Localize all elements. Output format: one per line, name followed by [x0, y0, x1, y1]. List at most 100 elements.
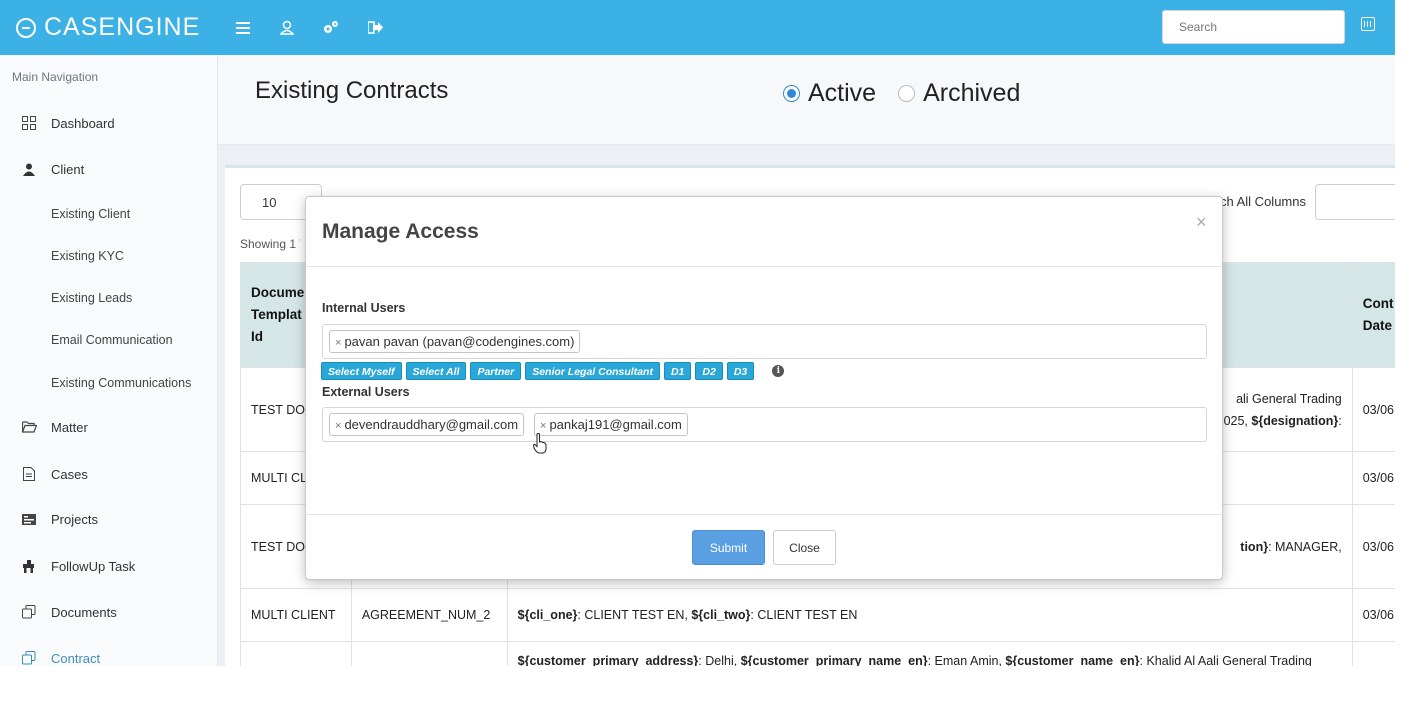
dashboard-icon: [21, 115, 37, 131]
copy-icon: [21, 650, 37, 666]
placeholder-key: tion}: [1240, 539, 1269, 554]
table-row[interactable]: MULTI CLIENT AGREEMENT_NUM_2 ${cli_one}:…: [240, 588, 1395, 642]
tag-label: pankaj191@gmail.com: [549, 417, 682, 432]
sidebar-item-documents[interactable]: Documents: [0, 602, 218, 622]
cell-text: : MANAGER,: [1268, 539, 1342, 554]
senior-legal-consultant-button[interactable]: Senior Legal Consultant: [525, 362, 660, 380]
radio-active[interactable]: [783, 85, 800, 102]
sidebar-item-label: Email Communication: [51, 333, 173, 347]
casengine-logo-icon: [16, 17, 36, 38]
sidebar-item-dashboard[interactable]: Dashboard: [0, 113, 218, 133]
calendar-icon[interactable]: [1361, 17, 1375, 31]
cell-text: : Khalid Al Aali General Trading: [1139, 654, 1312, 666]
remove-tag-icon[interactable]: ×: [540, 420, 546, 432]
sidebar-item-cases[interactable]: Cases: [0, 464, 218, 484]
table-cell: 03/06: [1351, 451, 1395, 505]
d2-button[interactable]: D2: [695, 362, 723, 380]
submit-button[interactable]: Submit: [692, 530, 765, 565]
menu-icon[interactable]: [234, 20, 252, 36]
close-icon[interactable]: ×: [1196, 212, 1207, 233]
header-line: Id: [251, 329, 263, 344]
internal-users-field[interactable]: × pavan pavan (pavan@codengines.com): [322, 324, 1207, 359]
external-users-label: External Users: [322, 385, 410, 399]
sidebar-item-label: Cases: [51, 466, 88, 482]
radio-archived-label[interactable]: Archived: [923, 79, 1020, 108]
sidebar-item-existing-client[interactable]: Existing Client: [0, 204, 218, 224]
sidebar-item-followup-task[interactable]: FollowUp Task: [0, 556, 218, 576]
sidebar-item-contract[interactable]: Contract: [0, 648, 218, 666]
sidebar-item-existing-leads[interactable]: Existing Leads: [0, 288, 218, 308]
partner-button[interactable]: Partner: [470, 362, 522, 380]
sidebar-item-projects[interactable]: Projects: [0, 509, 218, 529]
info-icon[interactable]: i: [772, 365, 785, 377]
folder-open-icon: [21, 419, 37, 435]
placeholder-key: ${customer_name_en}: [1005, 654, 1140, 666]
settings-icon[interactable]: [322, 20, 340, 36]
remove-tag-icon[interactable]: ×: [335, 337, 341, 349]
page-title: Existing Contracts: [255, 77, 449, 104]
sidebar-item-label: Existing Client: [51, 207, 131, 221]
d1-button[interactable]: D1: [663, 362, 692, 380]
placeholder-key: ${customer_primary_name_en}: [740, 654, 928, 666]
projects-icon: [21, 511, 37, 527]
placeholder-key: ${customer_primary_address}: [517, 654, 699, 666]
external-user-tag[interactable]: × pankaj191@gmail.com: [534, 413, 688, 436]
sidebar-item-matter[interactable]: Matter: [0, 417, 218, 437]
table-row[interactable]: ${customer_primary_address}: Delhi, ${cu…: [240, 641, 1395, 666]
cell-text: :: [1338, 413, 1342, 428]
sidebar-item-existing-communications[interactable]: Existing Communications: [0, 373, 218, 393]
quick-select-buttons: Select Myself Select All Partner Senior …: [321, 362, 785, 380]
cell-text: : CLIENT TEST EN,: [577, 608, 692, 622]
cell-text: : CLIENT TEST EN: [750, 608, 858, 622]
sidebar-item-existing-kyc[interactable]: Existing KYC: [0, 246, 218, 266]
top-navbar: CASENGINE: [0, 0, 1395, 55]
sidebar-item-label: FollowUp Task: [51, 558, 136, 574]
column-header-contract-date[interactable]: Cont Date: [1351, 262, 1395, 368]
placeholder-key: ${designation}: [1251, 413, 1339, 428]
sidebar-item-label: Client: [51, 161, 85, 177]
radio-archived[interactable]: [898, 85, 916, 102]
external-user-tag[interactable]: × devendrauddhary@gmail.com: [329, 413, 525, 436]
nav-header: Main Navigation: [12, 70, 99, 84]
tag-label: pavan pavan (pavan@codengines.com): [344, 334, 575, 349]
d3-button[interactable]: D3: [726, 362, 755, 380]
select-all-button[interactable]: Select All: [405, 362, 467, 380]
modal-footer: Submit Close: [306, 514, 1222, 580]
table-cell: AGREEMENT_NUM_2: [350, 588, 508, 642]
table-cell: [1351, 641, 1395, 666]
sidebar-item-label: Existing Leads: [51, 291, 133, 305]
file-icon: [21, 466, 37, 482]
table-cell: 03/06: [1351, 504, 1395, 589]
global-search-input[interactable]: [1162, 10, 1345, 44]
puzzle-icon: [21, 558, 37, 574]
sidebar-item-label: Matter: [51, 419, 88, 435]
placeholder-key: ${cli_two}: [691, 608, 751, 622]
select-myself-button[interactable]: Select Myself: [321, 362, 402, 380]
sidebar-item-email-communication[interactable]: Email Communication: [0, 330, 218, 350]
sidebar-item-label: Contract: [51, 650, 101, 666]
sidebar-item-client[interactable]: Client: [0, 159, 218, 179]
logout-icon[interactable]: [366, 20, 384, 36]
radio-active-label[interactable]: Active: [808, 79, 876, 108]
table-cell: [350, 641, 508, 666]
internal-users-label: Internal Users: [322, 301, 406, 315]
copy-icon: [21, 604, 37, 620]
sidebar-item-label: Existing Communications: [51, 376, 192, 390]
brand-logo[interactable]: CASENGINE: [0, 13, 222, 42]
tag-label: devendrauddhary@gmail.com: [344, 417, 519, 432]
close-button[interactable]: Close: [773, 530, 836, 565]
header-line: Docume: [251, 285, 305, 300]
search-all-columns-input[interactable]: [1315, 184, 1395, 220]
table-cell: MULTI CLIENT: [240, 588, 352, 642]
placeholder-key: ${cli_one}: [517, 608, 578, 622]
cell-text: : Delhi,: [698, 654, 741, 666]
header-line: Date: [1362, 318, 1392, 333]
cell-text: 025,: [1223, 413, 1252, 428]
modal-header: Manage Access ×: [306, 197, 1222, 267]
table-cell: 03/06: [1351, 588, 1395, 642]
cell-text: ali General Trading: [1236, 391, 1342, 406]
user-icon[interactable]: [278, 20, 296, 36]
internal-user-tag[interactable]: × pavan pavan (pavan@codengines.com): [329, 330, 581, 353]
remove-tag-icon[interactable]: ×: [335, 420, 341, 432]
external-users-field[interactable]: × devendrauddhary@gmail.com × pankaj191@gm…: [322, 407, 1207, 442]
